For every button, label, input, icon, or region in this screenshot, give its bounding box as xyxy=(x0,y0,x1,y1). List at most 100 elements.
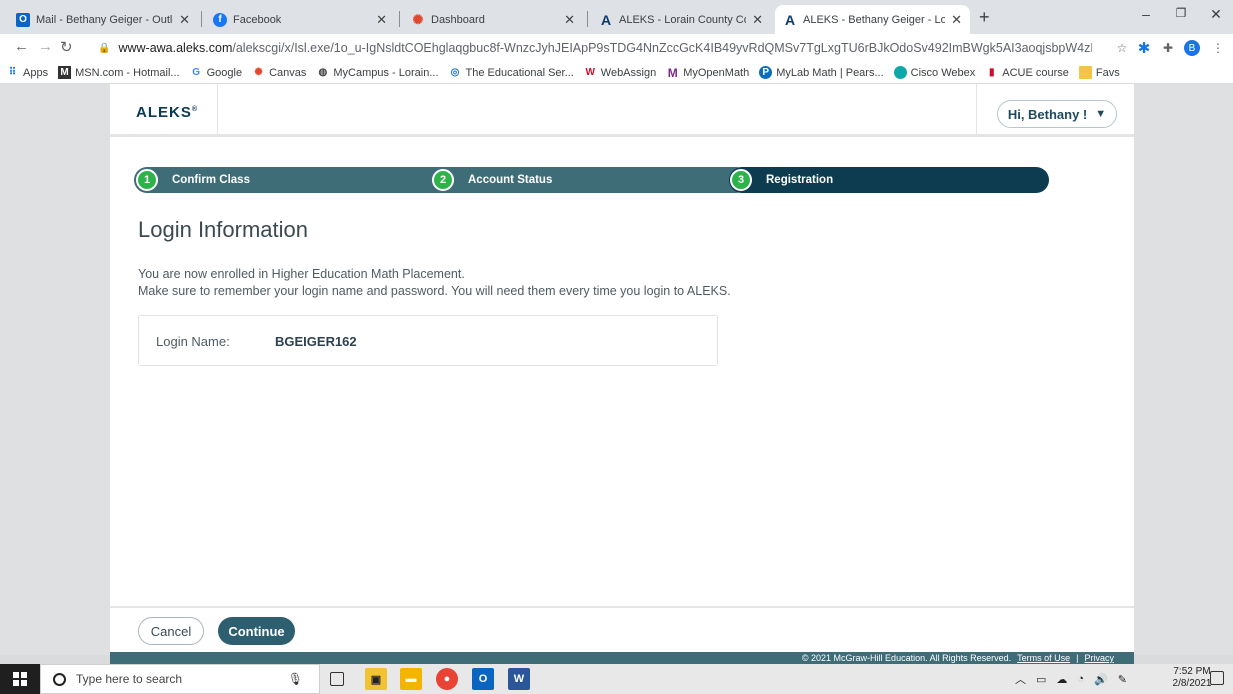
close-icon[interactable]: ✕ xyxy=(179,12,190,28)
close-icon[interactable]: ✕ xyxy=(376,12,387,28)
cancel-button[interactable]: Cancel xyxy=(138,617,204,645)
bookmark-canvas[interactable]: ✺ Canvas xyxy=(252,66,306,79)
tab-label: Dashboard xyxy=(431,13,485,26)
bookmark-mylab[interactable]: P MyLab Math | Pears... xyxy=(759,66,884,79)
terms-link[interactable]: Terms of Use xyxy=(1017,653,1070,663)
profile-avatar[interactable]: B xyxy=(1184,40,1200,56)
bookmark-webassign[interactable]: W WebAssign xyxy=(584,66,657,79)
bookmark-favs[interactable]: Favs xyxy=(1078,66,1120,79)
reload-icon[interactable]: ↻ xyxy=(60,38,73,56)
notifications-icon[interactable] xyxy=(1210,671,1224,685)
bookmark-acue[interactable]: ▮ ACUE course xyxy=(985,66,1069,79)
browser-tab-strip: O Mail - Bethany Geiger - Outlook ✕ f Fa… xyxy=(0,0,1233,34)
file-explorer-icon[interactable]: ▬ xyxy=(400,668,422,690)
task-view-icon[interactable] xyxy=(330,672,344,686)
step-label: Confirm Class xyxy=(172,174,250,186)
new-tab-button[interactable]: + xyxy=(979,7,990,28)
step-registration: 3 Registration xyxy=(728,167,833,193)
login-name-value: BGEIGER162 xyxy=(275,334,357,349)
close-icon[interactable]: ✕ xyxy=(951,12,962,28)
step-number: 3 xyxy=(730,169,752,191)
step-number: 1 xyxy=(136,169,158,191)
forward-icon[interactable]: → xyxy=(38,38,53,55)
windows-start-button[interactable] xyxy=(0,664,40,694)
bookmark-myopenmath[interactable]: M MyOpenMath xyxy=(666,66,750,80)
bookmark-label: MyCampus - Lorain... xyxy=(333,66,439,79)
step-label: Account Status xyxy=(468,174,553,186)
wifi-icon[interactable]: ◔ xyxy=(1077,673,1084,685)
more-menu-icon[interactable]: ⋮ xyxy=(1210,40,1226,56)
tab-aleks-login[interactable]: A ALEKS - Bethany Geiger - Login I ✕ xyxy=(775,5,970,34)
bookmark-google[interactable]: G Google xyxy=(190,66,242,79)
tab-separator xyxy=(399,11,400,27)
windows-logo-icon xyxy=(13,672,27,686)
tab-label: ALEKS - Bethany Geiger - Login I xyxy=(803,13,946,26)
header-divider xyxy=(217,84,218,137)
tab-label: Facebook xyxy=(233,13,282,26)
tab-outlook[interactable]: O Mail - Bethany Geiger - Outlook ✕ xyxy=(8,5,198,34)
bookmark-label: Cisco Webex xyxy=(910,66,976,79)
continue-button[interactable]: Continue xyxy=(218,617,295,645)
restore-icon[interactable]: ❐ xyxy=(1171,6,1191,20)
footer-separator: | xyxy=(1076,653,1079,663)
reminder-message: Make sure to remember your login name an… xyxy=(138,284,731,298)
taskbar-search-input[interactable]: Type here to search 🎙 xyxy=(40,664,320,694)
page-background: ALEKS® Hi, Bethany ! ▼ 1 Confirm Class 2… xyxy=(0,84,1233,655)
taskbar-clock[interactable]: 7:52 PM 2/8/2021 xyxy=(1172,666,1212,690)
logo-registered-mark: ® xyxy=(191,106,199,113)
user-menu-button[interactable]: Hi, Bethany ! ▼ xyxy=(997,100,1117,128)
system-tray: ︿ ▭ ☁ ◔ 🔊 ✎ xyxy=(1015,664,1127,694)
chrome-icon[interactable]: ● xyxy=(436,668,458,690)
minimize-icon[interactable]: – xyxy=(1136,6,1156,22)
microphone-icon[interactable]: 🎙 xyxy=(288,672,303,686)
extension-colorful-icon[interactable]: ✱ xyxy=(1136,40,1152,57)
google-icon: G xyxy=(192,67,200,78)
bookmark-ets[interactable]: ◎ The Educational Ser... xyxy=(449,66,574,79)
msn-icon: M xyxy=(58,66,72,79)
registration-progress: 1 Confirm Class 2 Account Status 3 Regis… xyxy=(134,167,1049,193)
bookmark-label: WebAssign xyxy=(600,66,657,79)
word-icon[interactable]: W xyxy=(508,668,530,690)
puzzle-extensions-icon[interactable]: ✚ xyxy=(1160,40,1176,56)
ets-icon: ◎ xyxy=(450,67,460,78)
canvas-icon: ✺ xyxy=(412,11,424,27)
battery-icon[interactable]: ▭ xyxy=(1036,673,1046,686)
webex-icon xyxy=(893,66,907,79)
address-bar[interactable]: 🔒 www-awa.aleks.com/alekscgi/x/Isl.exe/1… xyxy=(92,37,1092,59)
bookmark-mycampus[interactable]: ◍ MyCampus - Lorain... xyxy=(316,66,439,79)
enrollment-message: You are now enrolled in Higher Education… xyxy=(138,267,465,281)
bookmark-label: MyOpenMath xyxy=(683,66,750,79)
window-close-icon[interactable]: ✕ xyxy=(1206,6,1226,23)
tab-dashboard[interactable]: ✺ Dashboard ✕ xyxy=(403,5,583,34)
close-icon[interactable]: ✕ xyxy=(752,12,763,28)
tab-label: Mail - Bethany Geiger - Outlook xyxy=(36,13,173,26)
bookmark-msn[interactable]: M MSN.com - Hotmail... xyxy=(58,66,180,79)
tab-aleks-lorain[interactable]: A ALEKS - Lorain County Communi ✕ xyxy=(591,5,771,34)
bookmark-apps[interactable]: ⠿ Apps xyxy=(6,66,48,79)
star-icon[interactable]: ☆ xyxy=(1114,40,1130,56)
chevron-down-icon: ▼ xyxy=(1095,108,1107,120)
bookmark-label: The Educational Ser... xyxy=(465,66,574,79)
chevron-up-icon[interactable]: ︿ xyxy=(1015,671,1026,687)
privacy-link[interactable]: Privacy xyxy=(1084,653,1114,663)
tab-facebook[interactable]: f Facebook ✕ xyxy=(205,5,395,34)
webassign-icon: W xyxy=(585,67,595,78)
clock-date: 2/8/2021 xyxy=(1172,678,1212,689)
globe-icon: ◍ xyxy=(318,67,328,78)
aleks-logo[interactable]: ALEKS® xyxy=(136,104,198,121)
clock-time: 7:52 PM xyxy=(1173,666,1211,677)
onedrive-cloud-icon[interactable]: ☁ xyxy=(1056,673,1067,686)
store-icon[interactable]: ▣ xyxy=(365,668,387,690)
bookmark-label: Canvas xyxy=(269,66,307,79)
bookmark-webex[interactable]: Cisco Webex xyxy=(893,66,976,79)
bookmark-label: Google xyxy=(206,66,243,79)
pen-icon[interactable]: ✎ xyxy=(1118,673,1127,686)
back-icon[interactable]: ← xyxy=(14,38,29,55)
close-icon[interactable]: ✕ xyxy=(564,12,575,28)
aleks-icon: A xyxy=(784,11,796,28)
step-label: Registration xyxy=(766,174,834,186)
login-name-card: Login Name: BGEIGER162 xyxy=(138,315,718,366)
step-account-status: 2 Account Status xyxy=(430,167,552,193)
outlook-icon[interactable]: O xyxy=(472,668,494,690)
volume-icon[interactable]: 🔊 xyxy=(1094,673,1108,686)
